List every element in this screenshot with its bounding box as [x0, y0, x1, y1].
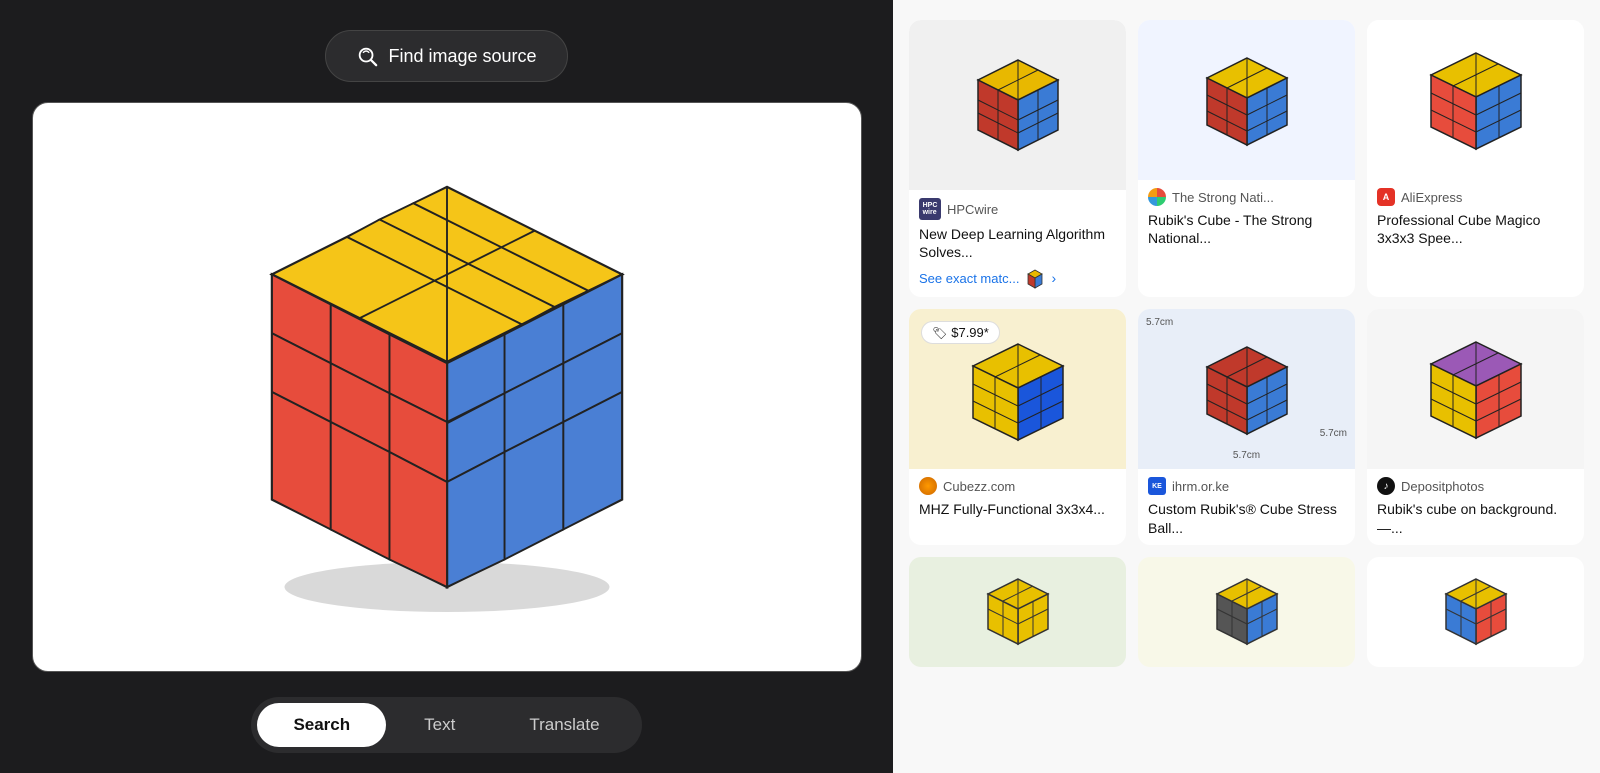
strong-info: The Strong Nati... Rubik's Cube - The St… — [1138, 180, 1355, 255]
strong-cube-img — [1192, 50, 1302, 150]
lens-icon — [356, 45, 378, 67]
cubezz-cube-img — [958, 334, 1078, 444]
uploaded-image-container — [32, 102, 862, 672]
see-matches-link[interactable]: See exact matc... — [919, 271, 1019, 286]
depositphotos-info: ♪ Depositphotos Rubik's cube on backgrou… — [1367, 469, 1584, 544]
bottom-tabs: Search Text Translate — [251, 697, 641, 753]
hpcwire-title: New Deep Learning Algorithm Solves... — [919, 225, 1116, 261]
deposit-source-row: ♪ Depositphotos — [1377, 477, 1574, 495]
cubezz-info: Cubezz.com MHZ Fully-Functional 3x3x4... — [909, 469, 1126, 526]
results-grid: HPCwire HPCwire New Deep Learning Algori… — [909, 20, 1584, 545]
aliexpress-cube-img — [1416, 45, 1536, 155]
cubezz-title: MHZ Fully-Functional 3x3x4... — [919, 500, 1116, 518]
partial-card-3[interactable] — [1367, 557, 1584, 667]
left-panel: Find image source — [0, 0, 893, 773]
strong-title: Rubik's Cube - The Strong National... — [1148, 211, 1345, 247]
cubezz-source-name: Cubezz.com — [943, 479, 1015, 494]
aliexpress-info: A AliExpress Professional Cube Magico 3x… — [1367, 180, 1584, 255]
find-image-source-button[interactable]: Find image source — [325, 30, 567, 82]
ihrm-favicon: KE — [1148, 477, 1166, 495]
matches-cube-icon — [1024, 267, 1046, 289]
chevron-right-icon: › — [1051, 270, 1056, 286]
tab-text[interactable]: Text — [388, 703, 491, 747]
depositphotos-image — [1367, 309, 1584, 469]
cubezz-image: 🏷 $7.99* — [909, 309, 1126, 469]
result-card-aliexpress[interactable]: A AliExpress Professional Cube Magico 3x… — [1367, 20, 1584, 297]
aliexpress-title: Professional Cube Magico 3x3x3 Spee... — [1377, 211, 1574, 247]
bottom-partial-row — [909, 557, 1584, 667]
result-card-strong[interactable]: The Strong Nati... Rubik's Cube - The St… — [1138, 20, 1355, 297]
ihrm-cube-img — [1192, 339, 1302, 439]
aliexpress-source-name: AliExpress — [1401, 190, 1462, 205]
tab-search[interactable]: Search — [257, 703, 386, 747]
hpcwire-info: HPCwire HPCwire New Deep Learning Algori… — [909, 190, 1126, 297]
price-value: $7.99* — [951, 325, 989, 340]
rubik-cube-image — [197, 137, 697, 637]
deposit-favicon: ♪ — [1377, 477, 1395, 495]
strong-source-name: The Strong Nati... — [1172, 190, 1274, 205]
deposit-source-name: Depositphotos — [1401, 479, 1484, 494]
partial-cube-3 — [1436, 574, 1516, 649]
strong-favicon — [1148, 188, 1166, 206]
tab-translate[interactable]: Translate — [493, 703, 635, 747]
ihrm-source-row: KE ihrm.or.ke — [1148, 477, 1345, 495]
hpcwire-image — [909, 20, 1126, 190]
hpcwire-source-row: HPCwire HPCwire — [919, 198, 1116, 220]
hpcwire-favicon: HPCwire — [919, 198, 941, 220]
result-card-ihrm[interactable]: 5.7cm 5.7cm 5.7cm — [1138, 309, 1355, 544]
ihrm-title: Custom Rubik's® Cube Stress Ball... — [1148, 500, 1345, 536]
ihrm-info: KE ihrm.or.ke Custom Rubik's® Cube Stres… — [1138, 469, 1355, 544]
partial-card-2[interactable] — [1138, 557, 1355, 667]
find-image-label: Find image source — [388, 46, 536, 67]
partial-card-1[interactable] — [909, 557, 1126, 667]
result-card-depositphotos[interactable]: ♪ Depositphotos Rubik's cube on backgrou… — [1367, 309, 1584, 544]
see-matches-row: See exact matc... › — [919, 267, 1116, 289]
cubezz-favicon — [919, 477, 937, 495]
partial-cube-2 — [1207, 574, 1287, 649]
deposit-title: Rubik's cube on background. —... — [1377, 500, 1574, 536]
result-card-hpcwire[interactable]: HPCwire HPCwire New Deep Learning Algori… — [909, 20, 1126, 297]
price-badge: 🏷 $7.99* — [921, 321, 1000, 344]
hpcwire-source-name: HPCwire — [947, 202, 998, 217]
ihrm-image: 5.7cm 5.7cm 5.7cm — [1138, 309, 1355, 469]
strong-source-row: The Strong Nati... — [1148, 188, 1345, 206]
right-panel: HPCwire HPCwire New Deep Learning Algori… — [893, 0, 1600, 773]
aliexpress-source-row: A AliExpress — [1377, 188, 1574, 206]
partial-cube-1 — [978, 574, 1058, 649]
deposit-cube-img — [1416, 334, 1536, 444]
hpcwire-cube-img — [958, 50, 1078, 160]
cubezz-source-row: Cubezz.com — [919, 477, 1116, 495]
strong-image — [1138, 20, 1355, 180]
result-card-cubezz[interactable]: 🏷 $7.99* — [909, 309, 1126, 544]
ihrm-source-name: ihrm.or.ke — [1172, 479, 1229, 494]
aliexpress-favicon: A — [1377, 188, 1395, 206]
price-tag-icon: 🏷 — [932, 326, 947, 340]
aliexpress-image — [1367, 20, 1584, 180]
